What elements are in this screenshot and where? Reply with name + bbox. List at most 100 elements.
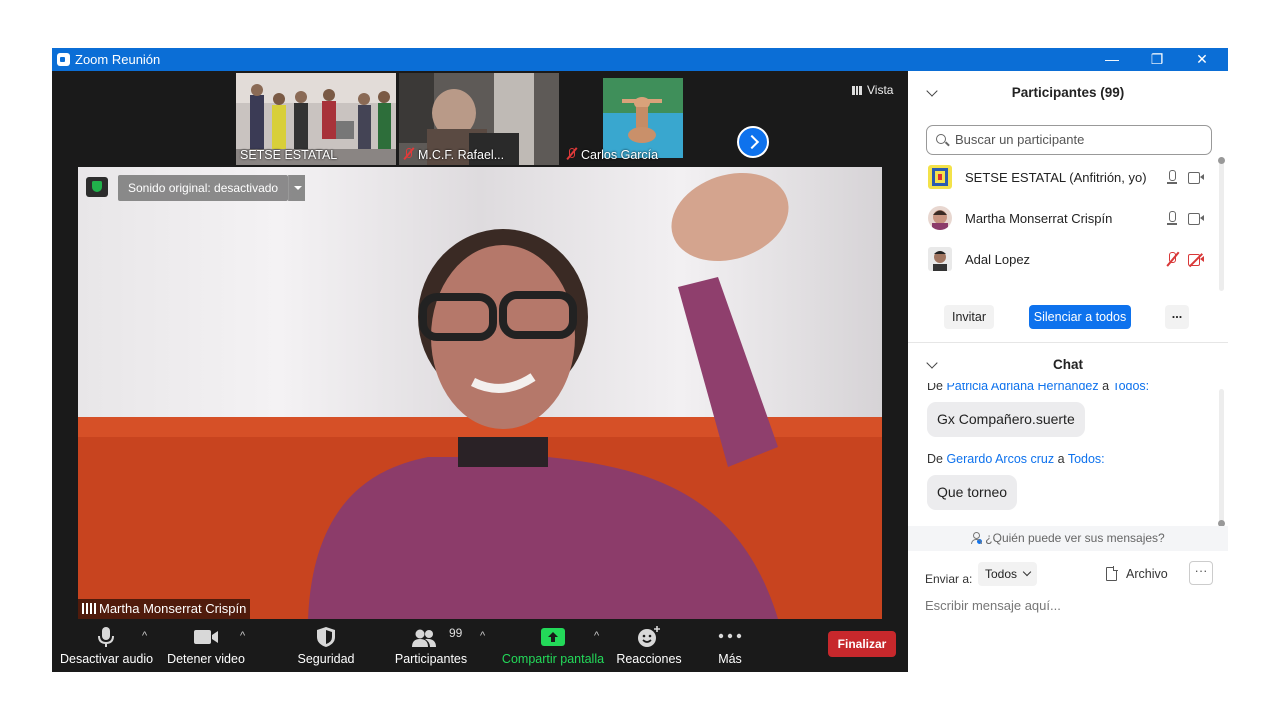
search-icon (936, 134, 946, 144)
muted-microphone-icon[interactable] (1166, 252, 1178, 268)
thumbnail-name: M.C.F. Rafael... (418, 148, 505, 162)
participants-scrollbar[interactable] (1218, 157, 1225, 291)
speaker-video-image (78, 167, 882, 619)
video-thumbnail[interactable]: SETSE ESTATAL (236, 73, 396, 165)
thumbnail-name: Carlos García (581, 148, 659, 162)
video-thumbnail[interactable]: M.C.F. Rafael... (399, 73, 559, 165)
main-video (78, 167, 882, 619)
chat-scrollbar[interactable] (1218, 389, 1225, 527)
video-camera-icon[interactable] (1188, 172, 1204, 184)
more-button[interactable]: Más (704, 620, 756, 672)
mute-all-button[interactable]: Silenciar a todos (1029, 305, 1131, 329)
minimize-button[interactable]: — (1089, 48, 1135, 71)
video-camera-icon (194, 630, 218, 644)
video-options-caret[interactable]: ^ (240, 630, 245, 642)
microphone-icon (98, 627, 114, 647)
window-title: Zoom Reunión (75, 52, 161, 67)
file-icon (1106, 566, 1118, 581)
reactions-label: Reacciones (616, 652, 682, 666)
chat-more-button[interactable]: ··· (1189, 561, 1213, 585)
person-icon (971, 532, 983, 544)
participants-icon (412, 629, 436, 647)
share-screen-icon (541, 628, 565, 646)
reactions-icon (638, 626, 660, 647)
meeting-area: SETSE ESTATAL M.C.F. Rafael... Carlos Ga… (52, 71, 908, 672)
recipient-dropdown[interactable]: Todos (978, 562, 1038, 586)
participants-more-button[interactable]: ... (1165, 305, 1189, 329)
zoom-logo-icon (57, 53, 70, 66)
participant-row[interactable]: Martha Monserrat Crispín (926, 202, 1210, 236)
share-screen-button[interactable]: Compartir pantalla (500, 620, 606, 672)
maximize-button[interactable]: ❐ (1134, 48, 1180, 71)
speaker-name-tag: Martha Monserrat Crispín (78, 599, 251, 619)
chat-title: Chat (1053, 357, 1083, 372)
next-page-button[interactable] (737, 126, 769, 158)
avatar (928, 247, 952, 271)
file-label: Archivo (1126, 567, 1168, 581)
participant-name: SETSE ESTATAL (Anfitrión, yo) (965, 170, 1147, 185)
video-off-icon[interactable] (1188, 253, 1204, 267)
title-bar: Zoom Reunión — ❐ ✕ (52, 48, 1228, 71)
participant-name: Martha Monserrat Crispín (965, 211, 1113, 226)
participant-search[interactable]: Buscar un participante (926, 125, 1212, 155)
search-placeholder: Buscar un participante (955, 132, 1085, 147)
video-label: Detener video (167, 652, 245, 666)
security-label: Seguridad (297, 652, 355, 666)
invite-button[interactable]: Invitar (944, 305, 994, 329)
security-shield-icon[interactable] (86, 177, 108, 197)
send-to-label: Enviar a: (925, 572, 973, 586)
participants-label: Participantes (394, 652, 468, 666)
view-button[interactable]: Vista (846, 79, 899, 101)
participants-button[interactable]: 99 Participantes (390, 620, 472, 672)
avatar (928, 206, 952, 230)
muted-mic-icon (566, 148, 577, 160)
participants-count: 99 (449, 626, 463, 640)
chat-message-input[interactable] (925, 593, 1215, 617)
speaker-name: Martha Monserrat Crispín (99, 601, 247, 616)
microphone-icon[interactable] (1166, 211, 1178, 227)
muted-mic-icon (403, 148, 414, 160)
grid-icon (852, 86, 862, 95)
message-sender: De Patricia Adriana Hernández a Todos: (927, 383, 1150, 393)
microphone-icon[interactable] (1166, 170, 1178, 186)
who-can-see-link[interactable]: ¿Quién puede ver sus mensajes? (908, 526, 1228, 551)
share-label: Compartir pantalla (501, 652, 605, 666)
security-button[interactable]: Seguridad (288, 620, 364, 672)
participants-options-caret[interactable]: ^ (480, 630, 485, 642)
audio-level-icon (82, 603, 96, 614)
share-options-caret[interactable]: ^ (594, 630, 599, 642)
mute-audio-button[interactable]: Desactivar audio (60, 620, 154, 672)
audio-options-caret[interactable]: ^ (142, 630, 147, 642)
shield-icon (317, 627, 335, 647)
message-bubble[interactable]: Gx Compañero.suerte (927, 402, 1085, 437)
more-dots-icon (718, 633, 742, 639)
participants-title: Participantes (99) (1011, 85, 1125, 100)
thumbnail-label: M.C.F. Rafael... (403, 148, 504, 162)
who-can-see-text: ¿Quién puede ver sus mensajes? (985, 531, 1165, 545)
reactions-button[interactable]: Reacciones (614, 620, 684, 672)
video-camera-icon[interactable] (1188, 213, 1204, 225)
audio-label: Desactivar audio (60, 652, 154, 666)
meeting-toolbar: Desactivar audio ^ Detener video ^ Segur… (52, 620, 908, 672)
original-sound-button[interactable]: Sonido original: desactivado (118, 175, 289, 201)
message-bubble[interactable]: Que torneo (927, 475, 1018, 510)
file-button[interactable]: Archivo (1104, 562, 1168, 586)
zoom-window: Zoom Reunión — ❐ ✕ SETSE ESTATAL M.C.F. … (52, 48, 1228, 672)
avatar (928, 165, 952, 189)
participant-name: Adal Lopez (965, 252, 1031, 267)
stop-video-button[interactable]: Detener video (164, 620, 248, 672)
message-sender: De Gerardo Arcos cruz a Todos: (927, 452, 1105, 466)
participant-row[interactable]: Adal Lopez (926, 243, 1210, 277)
side-panel: Participantes (99) Buscar un participant… (908, 71, 1228, 672)
thumbnail-label: Carlos García (566, 148, 658, 162)
thumbnail-label: SETSE ESTATAL (240, 148, 338, 162)
end-meeting-button[interactable]: Finalizar (828, 631, 896, 657)
thumbnail-strip: SETSE ESTATAL M.C.F. Rafael... Carlos Ga… (236, 73, 724, 165)
more-label: Más (718, 652, 742, 666)
panel-divider (908, 342, 1228, 343)
original-sound-dropdown[interactable] (288, 175, 305, 201)
close-button[interactable]: ✕ (1179, 48, 1225, 71)
view-label: Vista (867, 83, 894, 97)
participant-row[interactable]: SETSE ESTATAL (Anfitrión, yo) (926, 161, 1210, 195)
video-thumbnail[interactable]: Carlos García (562, 73, 722, 165)
